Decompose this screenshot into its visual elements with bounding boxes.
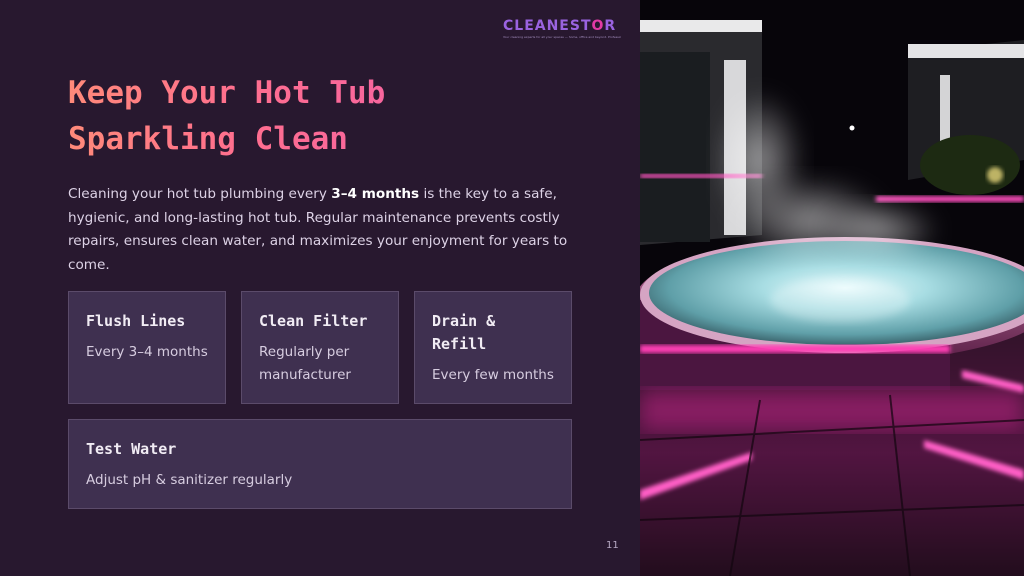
intro-paragraph: Cleaning your hot tub plumbing every 3–4… xyxy=(68,186,568,273)
brand-wordmark: CLEANESTOR xyxy=(503,18,617,34)
brand-tagline: Your cleaning experts for all your space… xyxy=(503,35,621,39)
card-description: Regularly per manufacturer xyxy=(259,344,351,383)
card-title: Test Water xyxy=(86,440,177,458)
card-test-water: Test Water Adjust pH & sanitizer regular… xyxy=(68,419,572,509)
hot-tub-illustration xyxy=(640,0,1024,576)
card-description: Every 3–4 months xyxy=(86,344,208,360)
slide-title-line-2: Sparkling Clean xyxy=(68,121,348,157)
slide-title-line-1: Keep Your Hot Tub xyxy=(68,75,386,111)
content-panel: CLEANESTOR Your cleaning experts for all… xyxy=(0,0,640,576)
card-title: Flush Lines xyxy=(86,312,186,330)
card-drain-refill: Drain & Refill Every few months xyxy=(414,291,572,404)
card-title: Drain & Refill xyxy=(432,312,496,353)
hot-tub-photo xyxy=(640,0,1024,576)
card-title: Clean Filter xyxy=(259,312,368,330)
slide-title: Keep Your Hot Tub Sparkling Clean xyxy=(68,70,488,162)
card-clean-filter: Clean Filter Regularly per manufacturer xyxy=(241,291,399,404)
brand-logo[interactable]: CLEANESTOR Your cleaning experts for all… xyxy=(503,18,621,42)
card-description: Every few months xyxy=(432,367,554,383)
page-number: 11 xyxy=(606,540,619,551)
intro-highlight: 3–4 months xyxy=(331,186,420,202)
card-flush-lines: Flush Lines Every 3–4 months xyxy=(68,291,226,404)
card-description: Adjust pH & sanitizer regularly xyxy=(86,472,293,488)
